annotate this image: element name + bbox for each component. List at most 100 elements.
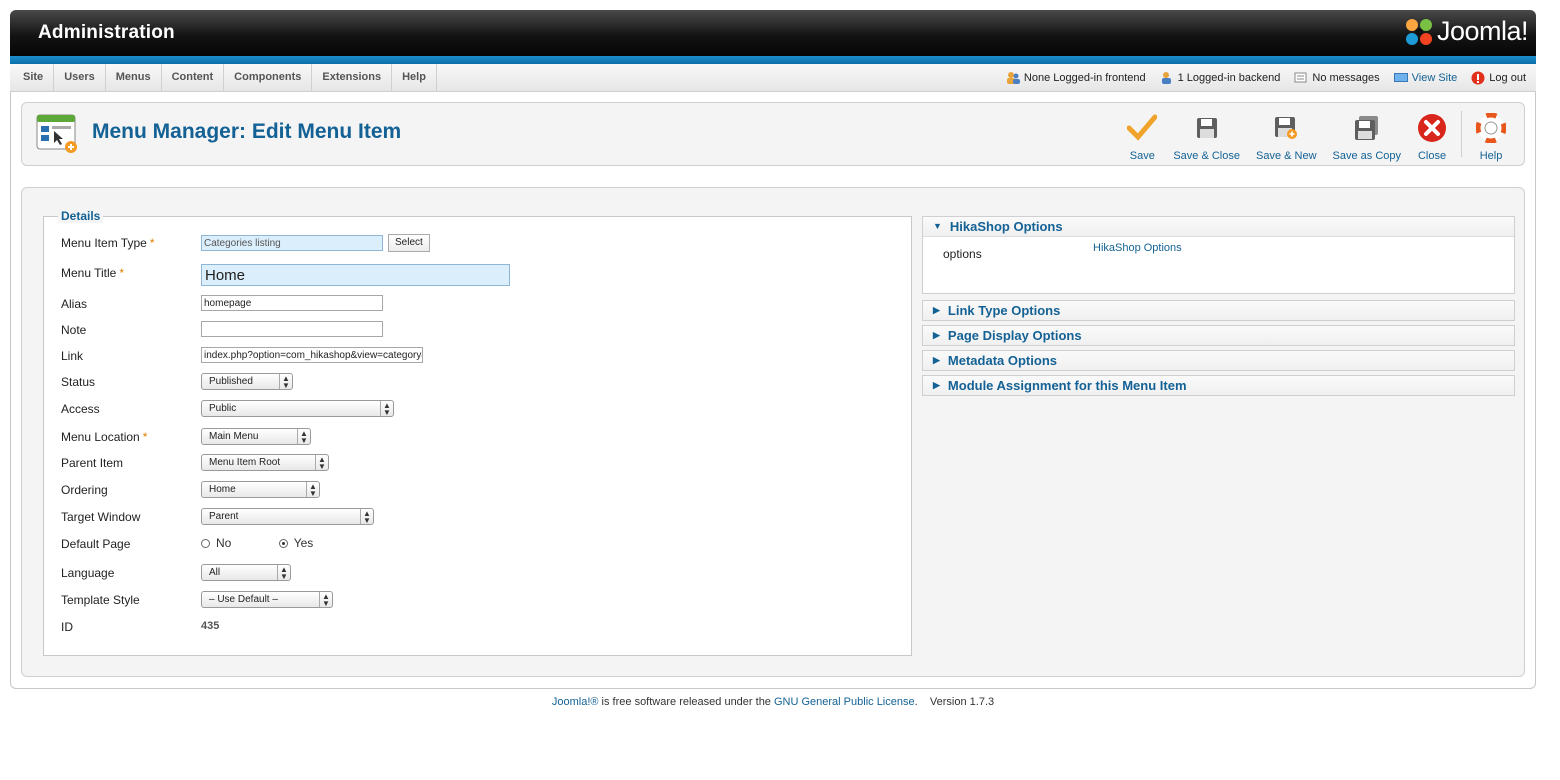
triangle-down-icon: ▼: [933, 221, 942, 231]
target-window-select[interactable]: Parent ▲ ▼: [201, 508, 374, 525]
menu-extensions[interactable]: Extensions: [312, 64, 393, 91]
save-close-label: Save & Close: [1173, 150, 1240, 162]
alias-label: Alias: [61, 297, 88, 311]
select-arrows-icon: ▲ ▼: [297, 429, 310, 445]
row-menu-location: Menu Location * Main Menu ▲ ▼: [61, 428, 901, 448]
details-fieldset: Details Menu Item Type * Categories listi…: [43, 209, 912, 656]
floppy-icon: [1196, 118, 1217, 138]
pane-metadata-header[interactable]: ▶ Metadata Options: [923, 351, 1514, 370]
hikashop-options-label: options: [943, 247, 982, 261]
logout-link[interactable]: Log out: [1471, 71, 1526, 85]
pane-hikashop: ▼ HikaShop Options options HikaShop Opti…: [922, 216, 1515, 294]
toolbar-box: Menu Manager: Edit Menu Item Save Save &…: [21, 102, 1525, 166]
pane-module-assignment-header[interactable]: ▶ Module Assignment for this Menu Item: [923, 376, 1514, 395]
radio-no-icon: [201, 538, 210, 548]
row-access: Access Public ▲ ▼: [61, 400, 901, 420]
header-title: Administration: [38, 22, 175, 43]
hikashop-options-link[interactable]: HikaShop Options: [1093, 242, 1182, 254]
select-arrows-icon: ▲ ▼: [277, 565, 290, 581]
status-frontend: None Logged-in frontend: [1006, 71, 1146, 84]
pane-page-display-header[interactable]: ▶ Page Display Options: [923, 326, 1514, 345]
status-messages-text: No messages: [1312, 71, 1380, 84]
select-arrows-icon: ▲ ▼: [279, 374, 292, 390]
pane-metadata: ▶ Metadata Options: [922, 350, 1515, 371]
row-menu-title: Menu Title * Home: [61, 264, 901, 286]
menu-title-input[interactable]: Home: [201, 264, 510, 286]
parent-item-select[interactable]: Menu Item Root ▲ ▼: [201, 454, 329, 471]
help-button[interactable]: Help: [1468, 103, 1514, 165]
menu-location-label: Menu Location *: [61, 430, 148, 444]
save-new-button[interactable]: Save & New: [1248, 103, 1325, 165]
menu-help[interactable]: Help: [392, 64, 437, 91]
content-box: Details Menu Item Type * Categories listi…: [21, 187, 1525, 677]
options-panes: ▼ HikaShop Options options HikaShop Opti…: [922, 216, 1515, 400]
default-page-no-radio[interactable]: No: [201, 536, 231, 550]
triangle-right-icon: ▶: [933, 380, 940, 390]
menu-item-type-label: Menu Item Type *: [61, 236, 155, 250]
status-backend-text: 1 Logged-in backend: [1177, 71, 1281, 84]
footer-text: is free software released under the: [598, 696, 774, 708]
save-label: Save: [1129, 150, 1155, 162]
page-title: Menu Manager: Edit Menu Item: [92, 120, 402, 143]
default-page-label: Default Page: [61, 537, 131, 551]
pane-link-type-header[interactable]: ▶ Link Type Options: [923, 301, 1514, 320]
menu-content[interactable]: Content: [162, 64, 225, 91]
logout-text[interactable]: Log out: [1489, 72, 1526, 84]
triangle-right-icon: ▶: [933, 355, 940, 365]
select-arrows-icon: ▲ ▼: [306, 482, 319, 498]
menu-location-select[interactable]: Main Menu ▲ ▼: [201, 428, 311, 445]
menu-components[interactable]: Components: [224, 64, 313, 91]
menu-bar: Site Users Menus Content Components Exte…: [10, 64, 1536, 92]
note-input[interactable]: [201, 321, 383, 337]
save-close-button[interactable]: Save & Close: [1165, 103, 1248, 165]
pane-hikashop-header[interactable]: ▼ HikaShop Options: [923, 217, 1514, 236]
menu-menus[interactable]: Menus: [106, 64, 162, 91]
checkmark-icon: [1127, 114, 1158, 141]
access-select[interactable]: Public ▲ ▼: [201, 400, 394, 417]
default-page-yes-radio[interactable]: Yes: [278, 536, 313, 550]
language-select[interactable]: All ▲ ▼: [201, 564, 291, 581]
save-copy-button[interactable]: Save as Copy: [1325, 103, 1409, 165]
row-link: Link index.php?option=com_hikashop&view=…: [61, 347, 901, 367]
footer: Joomla!® is free software released under…: [0, 696, 1546, 708]
template-style-select[interactable]: – Use Default – ▲ ▼: [201, 591, 333, 608]
save-new-label: Save & New: [1255, 150, 1317, 162]
alias-input[interactable]: homepage: [201, 295, 383, 311]
user-icon: [1161, 72, 1171, 84]
status-messages: No messages: [1294, 71, 1380, 84]
status-backend: 1 Logged-in backend: [1160, 71, 1281, 84]
joomla-logo-icon: [1405, 18, 1432, 45]
link-field[interactable]: index.php?option=com_hikashop&view=categ…: [201, 347, 423, 363]
footer-joomla-link[interactable]: Joomla!®: [552, 696, 599, 708]
parent-item-label: Parent Item: [61, 456, 124, 470]
save-button[interactable]: Save: [1119, 103, 1165, 165]
ordering-label: Ordering: [61, 483, 108, 497]
header-band: [10, 56, 1536, 64]
view-site-link[interactable]: View Site: [1393, 72, 1458, 84]
menu-users[interactable]: Users: [54, 64, 106, 91]
view-site-text[interactable]: View Site: [1412, 72, 1458, 84]
footer-license-link[interactable]: GNU General Public License: [774, 696, 915, 708]
help-label: Help: [1479, 150, 1503, 162]
menu-site[interactable]: Site: [13, 64, 55, 91]
status-select[interactable]: Published ▲ ▼: [201, 373, 293, 390]
id-label: ID: [61, 620, 73, 634]
ordering-select[interactable]: Home ▲ ▼: [201, 481, 320, 498]
row-parent-item: Parent Item Menu Item Root ▲ ▼: [61, 454, 901, 474]
select-arrows-icon: ▲ ▼: [360, 509, 373, 525]
toolbar: Save Save & Close Save & New Save as Cop…: [1119, 103, 1514, 165]
select-type-button[interactable]: Select: [388, 234, 430, 252]
floppy-copy-icon: [1354, 116, 1378, 140]
help-lifebuoy-icon: [1476, 113, 1506, 143]
row-target-window: Target Window Parent ▲ ▼: [61, 508, 901, 528]
row-template-style: Template Style – Use Default – ▲ ▼: [61, 591, 901, 611]
language-label: Language: [61, 566, 115, 580]
users-icon: [1006, 72, 1020, 84]
status-frontend-text: None Logged-in frontend: [1023, 71, 1146, 84]
joomla-logo: Joomla!: [1404, 16, 1529, 47]
triangle-right-icon: ▶: [933, 305, 940, 315]
row-language: Language All ▲ ▼: [61, 564, 901, 584]
close-button[interactable]: Close: [1409, 103, 1455, 165]
target-window-label: Target Window: [61, 510, 141, 524]
template-style-label: Template Style: [61, 593, 140, 607]
